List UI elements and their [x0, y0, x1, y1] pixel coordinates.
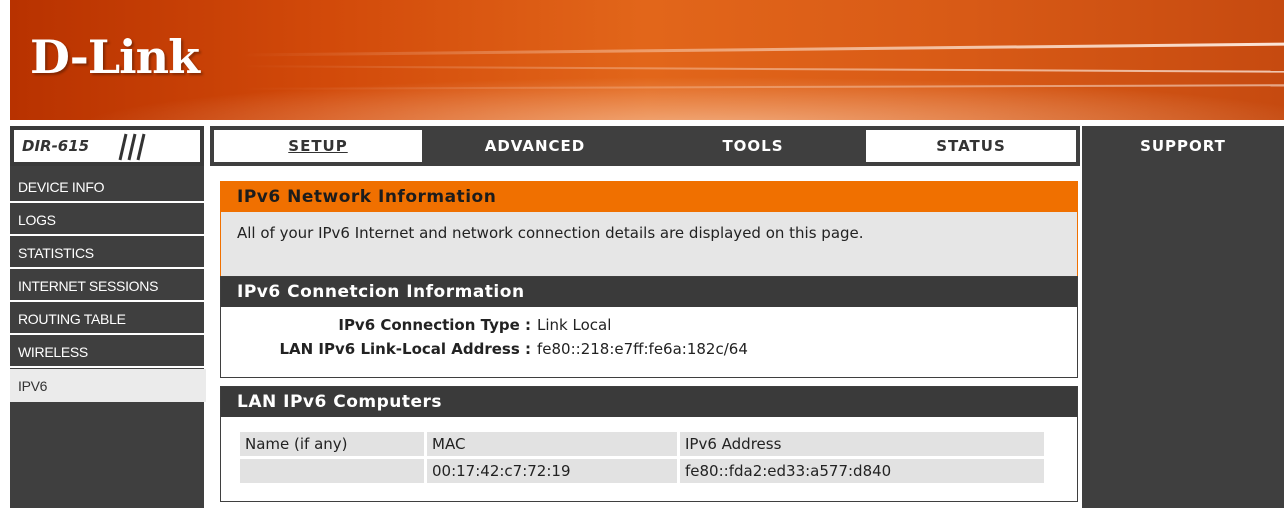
- model-badge-inner: DIR-615: [14, 130, 200, 162]
- banner-streak: [240, 65, 1284, 73]
- column-header-name: Name (if any): [240, 432, 424, 456]
- cell-name: [240, 459, 424, 483]
- tab-tools[interactable]: TOOLS: [644, 126, 862, 166]
- sidebar-item-wireless[interactable]: WIRELESS: [10, 337, 204, 368]
- tab-tools-label: TOOLS: [722, 137, 784, 155]
- sidebar-item-ipv6[interactable]: IPV6: [10, 369, 206, 402]
- model-label: DIR-615: [22, 137, 90, 155]
- connection-info-panel: IPv6 Connetcion Information IPv6 Connect…: [220, 276, 1078, 378]
- tab-setup-label: SETUP: [288, 137, 348, 155]
- header-banner: D-Link: [10, 0, 1284, 120]
- intro-title: IPv6 Network Information: [221, 182, 1077, 212]
- connection-type-label: IPv6 Connection Type :: [338, 316, 531, 334]
- banner-streak: [239, 84, 1284, 90]
- tab-support[interactable]: SUPPORT: [1082, 126, 1284, 166]
- tab-status-label: STATUS: [936, 137, 1006, 155]
- intro-panel: IPv6 Network Information All of your IPv…: [220, 181, 1078, 289]
- connection-info-title: IPv6 Connetcion Information: [221, 277, 1077, 307]
- right-sidebar: [1082, 166, 1284, 508]
- top-navigation: SETUP ADVANCED TOOLS STATUS SUPPORT: [210, 126, 1284, 166]
- lan-computers-table: Name (if any) MAC IPv6 Address 00:17:42:…: [237, 429, 1047, 486]
- sidebar: DEVICE INFO LOGS STATISTICS INTERNET SES…: [10, 166, 206, 508]
- slash-decoration-icon: [118, 133, 146, 161]
- lan-computers-title: LAN IPv6 Computers: [221, 387, 1077, 417]
- main-content: IPv6 Network Information All of your IPv…: [210, 166, 1078, 508]
- tab-setup[interactable]: SETUP: [210, 126, 426, 166]
- column-header-ipv6-address: IPv6 Address: [680, 432, 1044, 456]
- cell-ipv6-address: fe80::fda2:ed33:a577:d840: [680, 459, 1044, 483]
- sidebar-item-logs[interactable]: LOGS: [10, 205, 204, 236]
- dlink-logo: D-Link: [30, 30, 200, 84]
- sidebar-item-device-info[interactable]: DEVICE INFO: [10, 172, 204, 203]
- link-local-address-value: fe80::218:e7ff:fe6a:182c/64: [537, 340, 748, 358]
- model-badge: DIR-615: [10, 126, 204, 166]
- table-header-row: Name (if any) MAC IPv6 Address: [240, 432, 1044, 456]
- lan-computers-panel: LAN IPv6 Computers Name (if any) MAC IPv…: [220, 386, 1078, 502]
- tab-advanced[interactable]: ADVANCED: [426, 126, 644, 166]
- tab-status[interactable]: STATUS: [862, 126, 1080, 166]
- sidebar-item-statistics[interactable]: STATISTICS: [10, 238, 204, 269]
- link-local-address-label: LAN IPv6 Link-Local Address :: [279, 340, 531, 358]
- tab-advanced-label: ADVANCED: [484, 137, 586, 155]
- sidebar-item-internet-sessions[interactable]: INTERNET SESSIONS: [10, 271, 204, 302]
- banner-streak: [240, 42, 1284, 57]
- sidebar-item-routing-table[interactable]: ROUTING TABLE: [10, 304, 204, 335]
- tab-support-label: SUPPORT: [1140, 137, 1226, 155]
- table-row: 00:17:42:c7:72:19 fe80::fda2:ed33:a577:d…: [240, 459, 1044, 483]
- cell-mac: 00:17:42:c7:72:19: [427, 459, 677, 483]
- column-header-mac: MAC: [427, 432, 677, 456]
- connection-type-value: Link Local: [537, 316, 612, 334]
